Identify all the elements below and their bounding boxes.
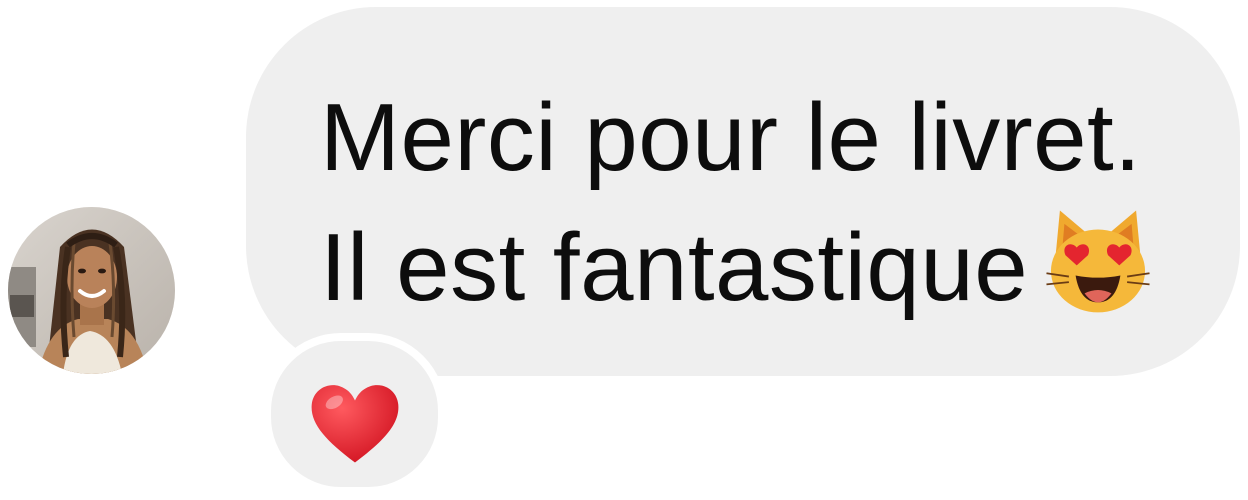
- red-heart-icon: [311, 385, 399, 463]
- smiling-cat-heart-eyes-icon: [1046, 210, 1150, 313]
- message-bubble[interactable]: Merci pour le livret. Il est fantastique: [246, 7, 1240, 376]
- message-line-2-text: Il est fantastique: [320, 214, 1029, 321]
- avatar-photo: [8, 207, 175, 374]
- message-text: Merci pour le livret. Il est fantastique: [320, 73, 1154, 333]
- message-line-2: Il est fantastique: [320, 203, 1154, 333]
- sender-avatar[interactable]: [8, 207, 175, 374]
- message-line-1: Merci pour le livret.: [320, 84, 1142, 191]
- reaction-badge[interactable]: [263, 333, 446, 495]
